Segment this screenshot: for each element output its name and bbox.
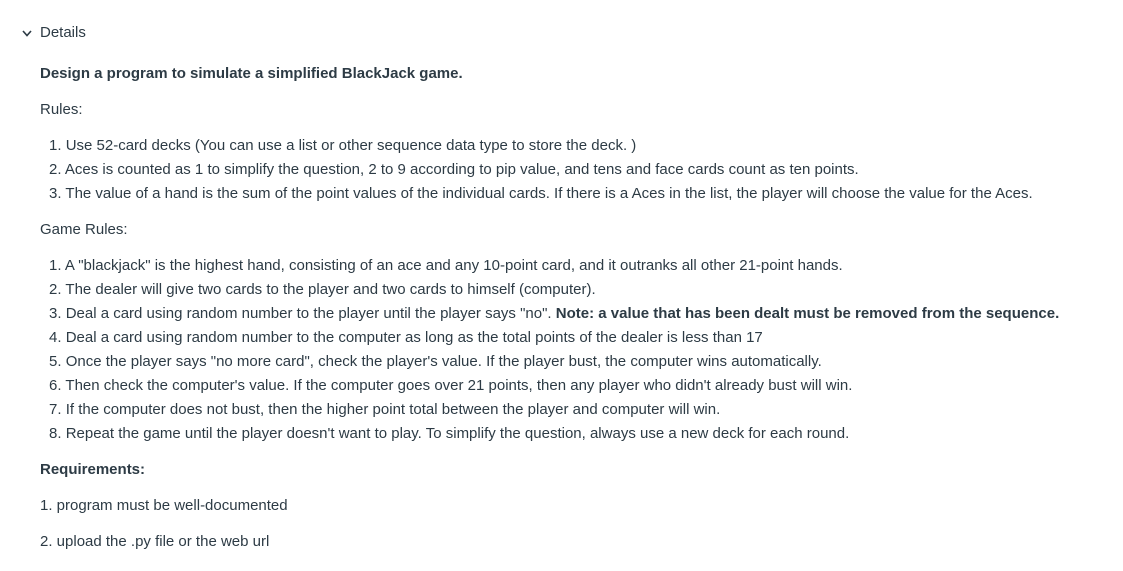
- details-content: Design a program to simulate a simplifie…: [40, 62, 1100, 554]
- rules-list: 1. Use 52-card decks (You can use a list…: [40, 134, 1100, 206]
- game-rules-list: 1. A "blackjack" is the highest hand, co…: [40, 254, 1100, 446]
- note-text: Note: a value that has been dealt must b…: [555, 305, 1060, 322]
- list-item: 1. A "blackjack" is the highest hand, co…: [49, 257, 843, 274]
- list-item: 2. The dealer will give two cards to the…: [49, 281, 596, 298]
- list-item: 4. Deal a card using random number to th…: [49, 329, 763, 346]
- list-item: 6. Then check the computer's value. If t…: [49, 377, 853, 394]
- list-item: 1. Use 52-card decks (You can use a list…: [49, 137, 637, 154]
- requirement-item: 2. upload the .py file or the web url: [40, 533, 270, 550]
- details-label: Details: [40, 24, 86, 41]
- rules-heading: Rules:: [40, 101, 83, 118]
- requirements-heading: Requirements:: [40, 461, 146, 478]
- list-item: 2. Aces is counted as 1 to simplify the …: [49, 161, 859, 178]
- details-toggle[interactable]: Details: [20, 21, 86, 45]
- list-item: 5. Once the player says "no more card", …: [49, 353, 822, 370]
- chevron-down-icon: [20, 26, 34, 40]
- game-rules-heading: Game Rules:: [40, 221, 128, 238]
- list-item: 3. Deal a card using random number to th…: [49, 305, 1060, 322]
- requirement-item: 1. program must be well-documented: [40, 497, 288, 514]
- list-item: 3. The value of a hand is the sum of the…: [49, 185, 1033, 202]
- list-item: 8. Repeat the game until the player does…: [49, 425, 850, 442]
- list-item: 7. If the computer does not bust, then t…: [49, 401, 721, 418]
- assignment-title: Design a program to simulate a simplifie…: [40, 65, 463, 82]
